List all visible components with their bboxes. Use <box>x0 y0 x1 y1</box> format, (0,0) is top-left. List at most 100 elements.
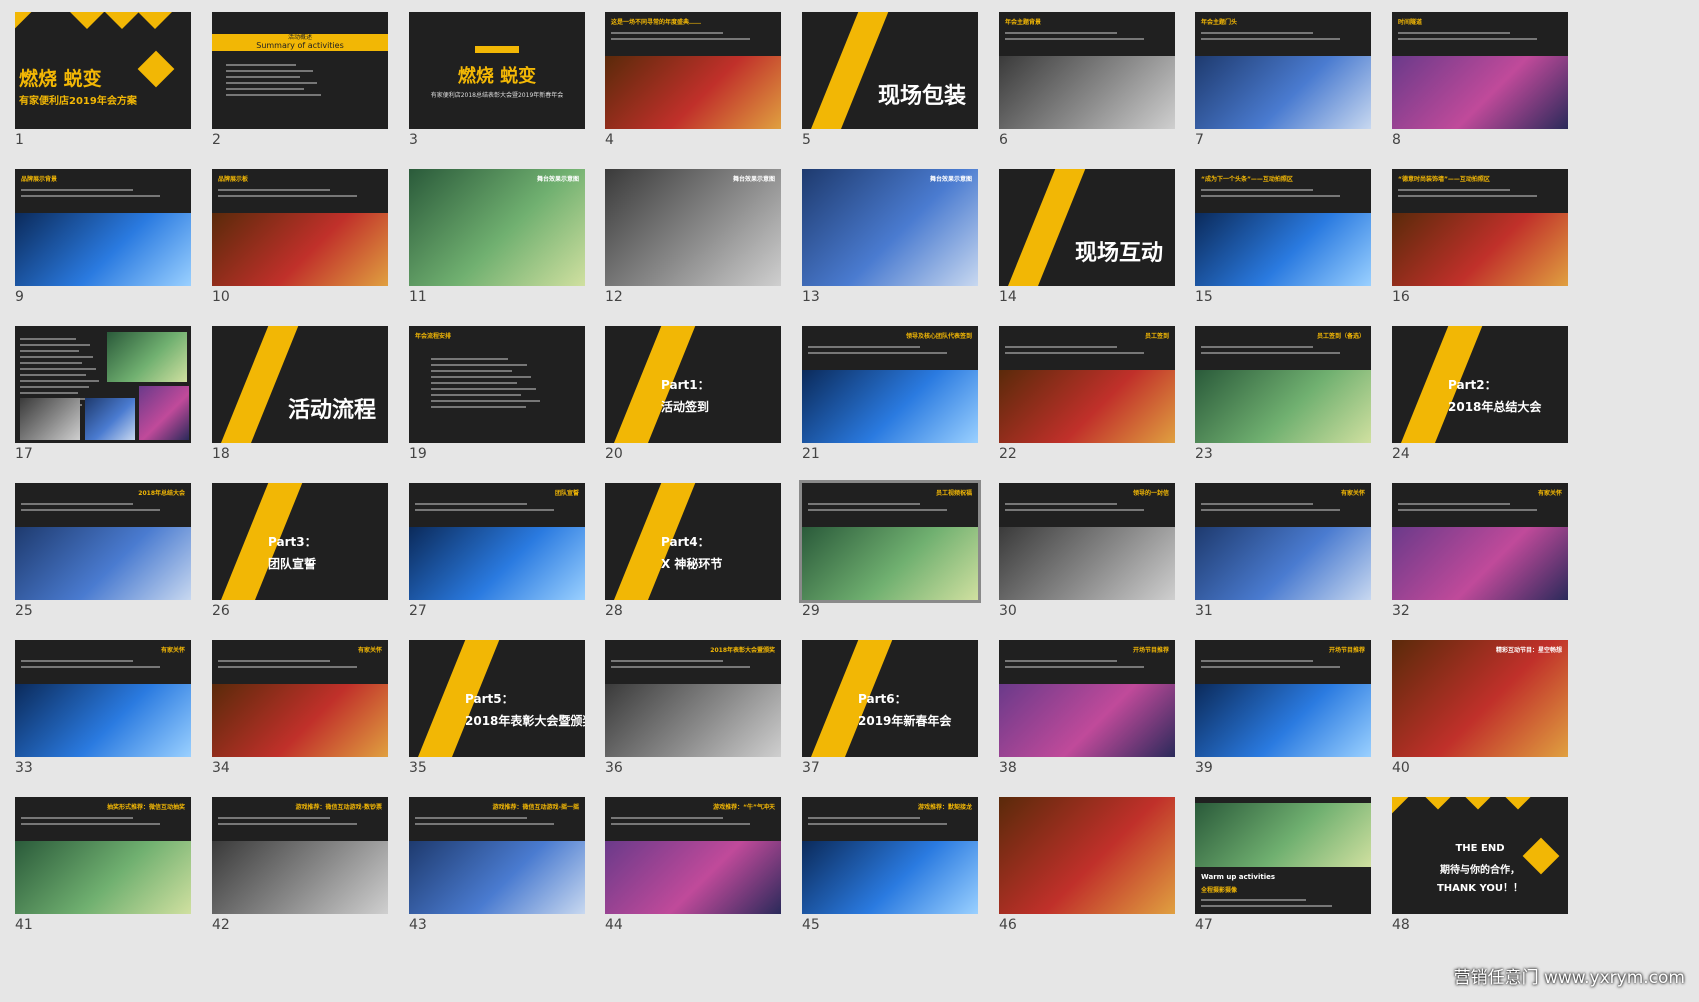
slide-thumbnail[interactable]: 开场节目推荐 <box>1195 640 1371 757</box>
slide-thumbnail[interactable]: 开场节目推荐 <box>999 640 1175 757</box>
slide-slot: 有家关怀 34 <box>197 628 393 788</box>
slide-title: 时间隧道 <box>1398 19 1423 26</box>
slide-thumbnail[interactable]: 活动概述 Summary of activities <box>212 12 388 129</box>
slide-thumbnail[interactable]: Part5： 2018年表彰大会暨颁奖 <box>409 640 585 757</box>
slide-slot: 舞台效果示意图 11 <box>394 157 590 317</box>
slide-thumbnail[interactable]: 有家关怀 <box>212 640 388 757</box>
slide-thumbnail[interactable]: “德意时尚装饰墙”——互动拍照区 <box>1392 169 1568 286</box>
slide-photo <box>409 527 585 600</box>
slide-thumbnail[interactable]: 领导的一封信 <box>999 483 1175 600</box>
slide-number: 17 <box>15 446 33 462</box>
slide-thumbnail[interactable]: 现场包装 <box>802 12 978 129</box>
slide-thumbnail[interactable]: 游戏推荐：默契接龙 <box>802 797 978 914</box>
slide-thumbnail[interactable]: 团队宣誓 <box>409 483 585 600</box>
slide-slot: Part4： X 神秘环节 28 <box>590 471 786 631</box>
slide-slot: 年会主题门头 7 <box>1180 0 1376 160</box>
slide-photo <box>1195 56 1371 129</box>
slide-thumbnail[interactable]: 品牌展示背景 <box>15 169 191 286</box>
slide-number: 32 <box>1392 603 1410 619</box>
slide-number: 20 <box>605 446 623 462</box>
slide-title: 2018年总结大会 <box>138 490 185 497</box>
slide-slot: Part2： 2018年总结大会 24 <box>1377 314 1573 474</box>
slide-thumbnail[interactable]: 游戏推荐：“牛”气冲天 <box>605 797 781 914</box>
text-lines <box>431 354 541 412</box>
decor-diamond <box>1392 797 1410 815</box>
slide-number: 3 <box>409 132 418 148</box>
watermark: 营销任意门 www.yxrym.com <box>1453 968 1685 988</box>
slide-thumbnail[interactable]: THE END 期待与你的合作， THANK YOU！！ <box>1392 797 1568 914</box>
slide-thumbnail[interactable]: 精彩互动节目：星空畅想 <box>1392 640 1568 757</box>
slide-thumbnail[interactable]: 现场互动 <box>999 169 1175 286</box>
slide-thumbnail[interactable]: Warm up activities 全程摄影摄像 <box>1195 797 1371 914</box>
slide-subtitle: 2019年新春年会 <box>858 714 952 728</box>
slide-thumbnail[interactable]: 游戏推荐：微信互动游戏-摇一摇 <box>409 797 585 914</box>
slide-thumbnail[interactable] <box>15 326 191 443</box>
slide-number: 11 <box>409 289 427 305</box>
slide-slot: 现场互动 14 <box>984 157 1180 317</box>
slide-number: 21 <box>802 446 820 462</box>
slide-photo <box>1392 56 1568 129</box>
slide-thumbnail[interactable]: 抽奖形式推荐：微信互动抽奖 <box>15 797 191 914</box>
slide-thumbnail[interactable]: 领导及核心团队代表签到 <box>802 326 978 443</box>
slide-thumbnail[interactable]: 舞台效果示意图 <box>605 169 781 286</box>
slide-thumbnail[interactable]: 活动流程 <box>212 326 388 443</box>
slide-thumbnail[interactable]: 燃烧 蜕变 有家便利店2018总结表彰大会暨2019年新春年会 <box>409 12 585 129</box>
slide-title: 有家关怀 <box>160 647 185 654</box>
slide-slot: 开场节目推荐 39 <box>1180 628 1376 788</box>
slide-slot: 游戏推荐：默契接龙 45 <box>787 785 983 945</box>
slide-title: 现场包装 <box>877 84 966 109</box>
slide-slot: 2018年总结大会 25 <box>0 471 196 631</box>
slide-thumbnail[interactable]: 舞台效果示意图 <box>409 169 585 286</box>
slide-thumbnail[interactable]: 2018年表彰大会暨颁奖 <box>605 640 781 757</box>
slide-photo <box>1195 803 1371 867</box>
text-lines <box>1005 28 1165 44</box>
text-lines <box>1201 28 1361 44</box>
slide-thumbnail[interactable]: 有家关怀 <box>1392 483 1568 600</box>
slide-slot: 员工视频祝福 29 <box>787 471 983 631</box>
decor-diamond <box>1502 797 1534 810</box>
slide-thumbnail[interactable]: 2018年总结大会 <box>15 483 191 600</box>
slide-thumbnail[interactable]: 游戏推荐：微信互动游戏-数钞票 <box>212 797 388 914</box>
slide-number: 23 <box>1195 446 1213 462</box>
text-lines <box>21 499 181 515</box>
slide-number: 34 <box>212 760 230 776</box>
slide-thumbnail[interactable]: Part3： 团队宣誓 <box>212 483 388 600</box>
slide-thumbnail[interactable]: Part1： 活动签到 <box>605 326 781 443</box>
slide-thumbnail[interactable]: 员工签到（备选） <box>1195 326 1371 443</box>
slide-photo <box>15 527 191 600</box>
text-lines <box>218 656 378 672</box>
text-lines <box>415 813 575 829</box>
slide-thumbnail[interactable]: 这是一场不同寻常的年度盛典…… <box>605 12 781 129</box>
decor-diamond <box>70 12 104 29</box>
slide-slot: 精彩互动节目：星空畅想 40 <box>1377 628 1573 788</box>
slide-thumbnail[interactable]: 员工签到 <box>999 326 1175 443</box>
slide-title: Part3： <box>268 535 317 549</box>
slide-number: 37 <box>802 760 820 776</box>
slide-thumbnail[interactable]: Part2： 2018年总结大会 <box>1392 326 1568 443</box>
slide-thumbnail[interactable]: 有家关怀 <box>15 640 191 757</box>
slide-thumbnail[interactable]: Part6： 2019年新春年会 <box>802 640 978 757</box>
slide-number: 43 <box>409 917 427 933</box>
slide-thumbnail[interactable]: 年会主题背景 <box>999 12 1175 129</box>
slide-title: Warm up activities <box>1201 873 1276 881</box>
slide-photo <box>802 841 978 914</box>
slide-title: 游戏推荐：微信互动游戏-摇一摇 <box>492 804 580 811</box>
slide-thumbnail[interactable]: 舞台效果示意图 <box>802 169 978 286</box>
slide-thumbnail[interactable]: 燃烧 蜕变 有家便利店2019年会方案 <box>15 12 191 129</box>
slide-number: 19 <box>409 446 427 462</box>
slide-thumbnail[interactable]: 品牌展示板 <box>212 169 388 286</box>
slide-thumbnail[interactable]: Part4： X 神秘环节 <box>605 483 781 600</box>
slide-thumbnail[interactable]: 有家关怀 <box>1195 483 1371 600</box>
slide-thumbnail[interactable]: 年会主题门头 <box>1195 12 1371 129</box>
slide-thumbnail[interactable]: “成为下一个头条”——互动拍照区 <box>1195 169 1371 286</box>
slide-thumbnail[interactable] <box>999 797 1175 914</box>
slide-photo <box>1392 213 1568 286</box>
title-tag <box>475 46 519 53</box>
slide-thumbnail[interactable]: 年会流程安排 <box>409 326 585 443</box>
slide-number: 22 <box>999 446 1017 462</box>
text-lines <box>611 813 771 829</box>
slide-thumbnail[interactable]: 员工视频祝福 <box>799 480 981 603</box>
slide-number: 39 <box>1195 760 1213 776</box>
slide-thumbnail[interactable]: 时间隧道 <box>1392 12 1568 129</box>
slide-slot: 领导及核心团队代表签到 21 <box>787 314 983 474</box>
